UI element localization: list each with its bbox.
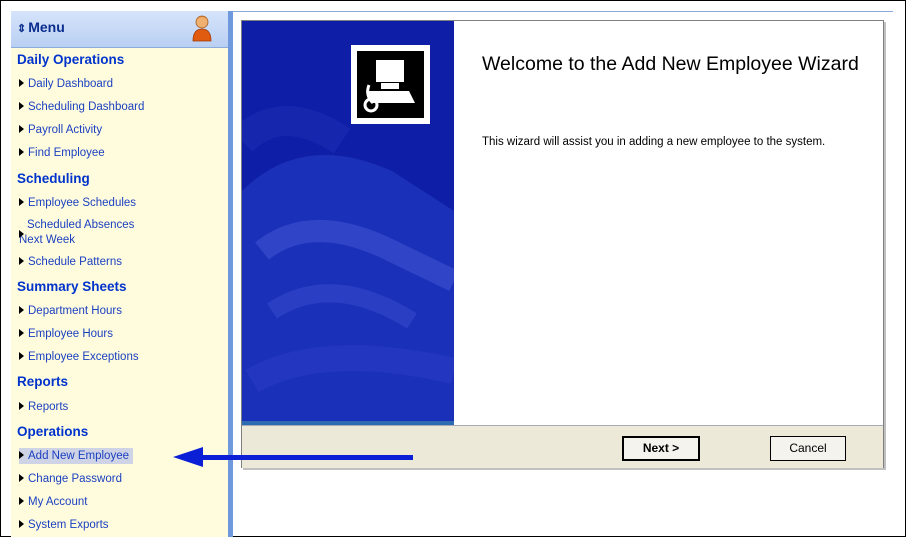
sidebar-item-department-hours[interactable]: Department Hours <box>19 305 122 317</box>
bullet-triangle-icon <box>19 230 24 238</box>
item-label: Employee Exceptions <box>28 351 139 363</box>
bullet-triangle-icon <box>19 351 24 360</box>
item-label: My Account <box>28 496 88 508</box>
pointer-arrow-icon <box>173 447 203 467</box>
sidebar-item-scheduling-dashboard[interactable]: Scheduling Dashboard <box>19 101 144 113</box>
item-label: Employee Schedules <box>28 197 137 209</box>
sidebar-item-my-account[interactable]: My Account <box>19 496 87 508</box>
menu-title[interactable]: ⇕ Menu <box>17 19 65 35</box>
cancel-button[interactable]: Cancel <box>770 436 846 461</box>
item-label: Reports <box>28 401 69 413</box>
item-label: Department Hours <box>28 305 122 317</box>
item-label: Find Employee <box>28 147 105 159</box>
item-label: Payroll Activity <box>28 124 103 136</box>
sidebar-item-change-password[interactable]: Change Password <box>19 473 122 485</box>
section-operations: Operations <box>17 424 89 439</box>
item-label: System Exports <box>28 519 109 531</box>
bullet-triangle-icon <box>19 496 24 505</box>
menu-title-label: Menu <box>28 19 65 35</box>
sidebar-item-system-exports[interactable]: System Exports <box>19 519 109 531</box>
item-label: Daily Dashboard <box>28 78 114 90</box>
section-scheduling: Scheduling <box>17 171 90 186</box>
bullet-triangle-icon <box>19 101 24 110</box>
bullet-triangle-icon <box>19 197 24 206</box>
bullet-triangle-icon <box>19 473 24 482</box>
wizard-banner <box>242 21 454 425</box>
wizard-description: This wizard will assist you in adding a … <box>482 136 826 148</box>
sidebar-item-daily-dashboard[interactable]: Daily Dashboard <box>19 78 113 90</box>
menu-arrows-icon: ⇕ <box>17 23 27 35</box>
bullet-triangle-icon <box>19 328 24 337</box>
bullet-triangle-icon <box>19 401 24 410</box>
bullet-triangle-icon <box>19 519 24 528</box>
sidebar-item-schedule-patterns[interactable]: Schedule Patterns <box>19 256 122 268</box>
bullet-triangle-icon <box>19 124 24 133</box>
item-label-line1: Scheduled Absences <box>27 219 135 231</box>
item-label: Schedule Patterns <box>28 256 122 268</box>
section-reports: Reports <box>17 374 69 389</box>
bullet-triangle-icon <box>19 147 24 156</box>
item-label: Add New Employee <box>28 450 129 462</box>
wizard-title: Welcome to the Add New Employee Wizard <box>482 53 859 75</box>
item-label: Employee Hours <box>28 328 114 340</box>
bullet-triangle-icon <box>19 305 24 314</box>
sidebar-item-add-new-employee[interactable]: Add New Employee <box>19 448 133 464</box>
section-summary-sheets: Summary Sheets <box>17 279 127 294</box>
user-avatar-icon[interactable] <box>191 14 213 42</box>
sidebar-item-employee-exceptions[interactable]: Employee Exceptions <box>19 351 139 363</box>
section-daily-operations: Daily Operations <box>17 52 125 67</box>
pointer-arrow-line <box>201 455 413 460</box>
page-frame: ⇕ Menu Daily Operations Daily Dashboard S… <box>0 0 906 537</box>
menu-header: ⇕ Menu <box>11 11 228 48</box>
add-employee-wizard: Welcome to the Add New Employee Wizard T… <box>241 20 884 468</box>
bullet-triangle-icon <box>19 450 24 459</box>
item-label: Scheduling Dashboard <box>28 101 145 113</box>
sidebar-item-reports[interactable]: Reports <box>19 401 68 413</box>
wizard-footer: Next > Cancel <box>242 425 883 468</box>
item-label-line2: Next Week <box>19 234 76 246</box>
sidebar-item-find-employee[interactable]: Find Employee <box>19 147 105 159</box>
sidebar-item-scheduled-absences[interactable]: Scheduled Absences Next Week <box>19 218 134 248</box>
next-button[interactable]: Next > <box>622 436 700 461</box>
sidebar-item-employee-schedules[interactable]: Employee Schedules <box>19 197 136 209</box>
item-label: Change Password <box>28 473 122 485</box>
bullet-triangle-icon <box>19 78 24 87</box>
content-top-divider <box>233 11 893 12</box>
sidebar-item-employee-hours[interactable]: Employee Hours <box>19 328 113 340</box>
bullet-triangle-icon <box>19 256 24 265</box>
sidebar-item-payroll-activity[interactable]: Payroll Activity <box>19 124 102 136</box>
wizard-computer-icon <box>351 45 430 124</box>
